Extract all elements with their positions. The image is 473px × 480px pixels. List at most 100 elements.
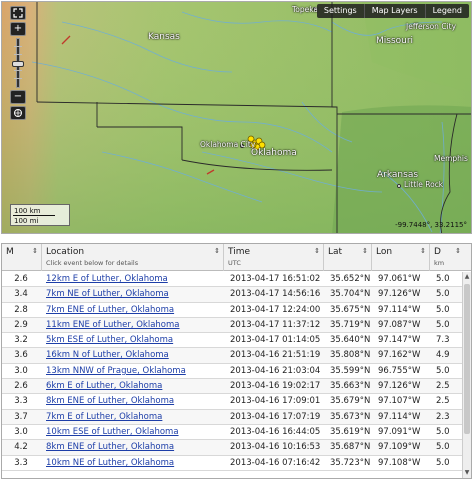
cell-latitude: 35.679°N: [330, 396, 370, 407]
scale-km: 100 km: [14, 207, 41, 215]
table-row[interactable]: 2.8 7km ENE of Luther, Oklahoma 2013-04-17…: [2, 303, 464, 318]
cell-time: 2013-04-17 11:37:12: [230, 319, 321, 330]
cell-magnitude: 3.0: [14, 365, 28, 376]
table-row[interactable]: 2.6 12km E of Luther, Oklahoma 2013-04-17 …: [2, 272, 464, 288]
cell-time: 2013-04-16 21:51:19: [230, 350, 321, 361]
zoom-slider-thumb[interactable]: [12, 61, 24, 67]
table-scrollbar[interactable]: ▲ ▼: [462, 272, 471, 478]
cell-depth: 5.0: [436, 442, 450, 453]
cell-latitude: 35.619°N: [330, 426, 370, 437]
table-row[interactable]: 3.4 7km NE of Luther, Oklahoma 2013-04-17 …: [2, 287, 464, 303]
column-location-label: Location: [46, 247, 85, 257]
cell-depth: 5.0: [436, 304, 450, 315]
little-rock-dot: [397, 184, 401, 188]
column-mag[interactable]: M ⇕: [2, 244, 42, 271]
cell-depth: 2.5: [436, 381, 450, 392]
legend-button[interactable]: Legend: [424, 4, 469, 18]
column-lat[interactable]: Lat ⇕: [324, 244, 372, 271]
cell-location-link[interactable]: 6km E of Luther, Oklahoma: [42, 379, 220, 394]
cell-depth: 5.0: [436, 319, 450, 330]
cell-magnitude: 3.7: [14, 411, 28, 422]
table-row[interactable]: 3.2 5km ESE of Luther, Oklahoma 2013-04-17…: [2, 333, 464, 349]
cell-location-link[interactable]: 12km E of Luther, Oklahoma: [42, 272, 220, 287]
cell-longitude: 97.147°W: [378, 335, 421, 346]
reset-view-button[interactable]: [10, 106, 26, 120]
column-depth[interactable]: D km ⇕: [430, 244, 471, 271]
table-row[interactable]: 4.2 8km ENE of Luther, Oklahoma 2013-04-16…: [2, 440, 464, 456]
cell-magnitude: 2.9: [14, 319, 28, 330]
cell-magnitude: 3.3: [14, 457, 28, 468]
cell-location-link[interactable]: 13km NNW of Prague, Oklahoma: [42, 364, 220, 379]
cell-longitude: 97.114°W: [378, 304, 421, 315]
table-row[interactable]: 2.6 6km E of Luther, Oklahoma 2013-04-16 1…: [2, 379, 464, 395]
table-header: M ⇕ Location Click event below for detai…: [2, 244, 471, 271]
cell-time: 2013-04-16 21:03:04: [230, 365, 321, 376]
cell-time: 2013-04-16 17:07:19: [230, 411, 321, 422]
column-time-unit: UTC: [228, 259, 241, 267]
map-view[interactable]: Topeka Jefferson City Kansas Missouri Ok…: [1, 1, 472, 234]
cell-latitude: 35.673°N: [330, 411, 370, 422]
cell-magnitude: 3.0: [14, 426, 28, 437]
table-row[interactable]: 3.6 16km N of Luther, Oklahoma 2013-04-16 …: [2, 348, 464, 364]
scroll-down-icon[interactable]: ▼: [463, 469, 471, 477]
settings-button[interactable]: Settings: [317, 4, 364, 18]
cell-time: 2013-04-16 17:09:01: [230, 396, 321, 407]
fullscreen-button[interactable]: [10, 6, 26, 20]
column-location[interactable]: Location Click event below for details ⇕: [42, 244, 224, 271]
table-row[interactable]: 3.0 10km ESE of Luther, Oklahoma 2013-04-1…: [2, 425, 464, 441]
scrollbar-thumb[interactable]: [464, 284, 470, 434]
expand-icon: [13, 8, 23, 18]
cell-time: 2013-04-16 07:16:42: [230, 457, 321, 468]
cell-longitude: 97.091°W: [378, 426, 421, 437]
cell-longitude: 97.109°W: [378, 442, 421, 453]
cell-location-link[interactable]: 7km NE of Luther, Oklahoma: [42, 287, 220, 302]
zoom-slider[interactable]: [10, 38, 26, 88]
label-little-rock: Little Rock: [404, 180, 444, 189]
sort-icon: ⇕: [420, 247, 426, 255]
table-row[interactable]: 3.3 10km NE of Luther, Oklahoma 2013-04-16…: [2, 456, 464, 471]
sort-icon: ⇕: [455, 247, 461, 255]
cell-location-link[interactable]: 8km ENE of Luther, Oklahoma: [42, 440, 220, 455]
cell-location-link[interactable]: 10km NE of Luther, Oklahoma: [42, 456, 220, 471]
zoom-out-button[interactable]: −: [10, 90, 26, 104]
column-lon-label: Lon: [376, 247, 393, 257]
cell-location-link[interactable]: 10km ESE of Luther, Oklahoma: [42, 425, 220, 440]
cell-location-link[interactable]: 7km ENE of Luther, Oklahoma: [42, 303, 220, 318]
map-layers-button[interactable]: Map Layers: [363, 4, 425, 18]
cell-latitude: 35.640°N: [330, 335, 370, 346]
cell-location-link[interactable]: 11km ENE of Luther, Oklahoma: [42, 318, 220, 333]
sort-icon: ⇕: [314, 247, 320, 255]
cell-time: 2013-04-17 16:51:02: [230, 274, 321, 284]
sort-icon: ⇕: [32, 247, 38, 255]
label-missouri: Missouri: [376, 36, 414, 46]
cell-time: 2013-04-16 19:02:17: [230, 381, 321, 392]
column-lon[interactable]: Lon ⇕: [372, 244, 430, 271]
column-depth-unit: km: [434, 259, 445, 267]
cell-time: 2013-04-16 16:44:05: [230, 426, 321, 437]
cell-location-link[interactable]: 8km ENE of Luther, Oklahoma: [42, 394, 220, 409]
scroll-up-icon[interactable]: ▲: [463, 273, 471, 281]
zoom-in-button[interactable]: +: [10, 22, 26, 36]
table-row[interactable]: 3.3 8km ENE of Luther, Oklahoma 2013-04-16…: [2, 394, 464, 410]
cell-location-link[interactable]: 5km ESE of Luther, Oklahoma: [42, 333, 220, 348]
cell-magnitude: 3.2: [14, 335, 28, 346]
table-row[interactable]: 3.0 13km NNW of Prague, Oklahoma 2013-04-1…: [2, 364, 464, 380]
table-row[interactable]: 3.7 7km E of Luther, Oklahoma 2013-04-16 1…: [2, 409, 464, 425]
column-time[interactable]: Time UTC ⇕: [224, 244, 324, 271]
cell-magnitude: 2.8: [14, 304, 28, 315]
cell-longitude: 96.755°W: [378, 365, 421, 376]
cell-latitude: 35.687°N: [330, 442, 370, 453]
cell-magnitude: 2.6: [14, 381, 28, 392]
cell-depth: 5.0: [436, 426, 450, 437]
globe-icon: [14, 109, 22, 117]
cell-depth: 2.5: [436, 396, 450, 407]
table-body: 2.6 12km E of Luther, Oklahoma 2013-04-17 …: [2, 272, 464, 471]
cell-location-link[interactable]: 7km E of Luther, Oklahoma: [42, 410, 220, 425]
map-scale: 100 km 100 mi: [10, 204, 70, 226]
table-row[interactable]: 2.9 11km ENE of Luther, Oklahoma 2013-04-1…: [2, 317, 464, 334]
cell-longitude: 97.162°W: [378, 350, 421, 361]
cell-latitude: 35.599°N: [330, 365, 370, 376]
cell-longitude: 97.114°W: [378, 411, 421, 422]
column-time-label: Time: [228, 247, 251, 257]
cell-location-link[interactable]: 16km N of Luther, Oklahoma: [42, 348, 220, 363]
